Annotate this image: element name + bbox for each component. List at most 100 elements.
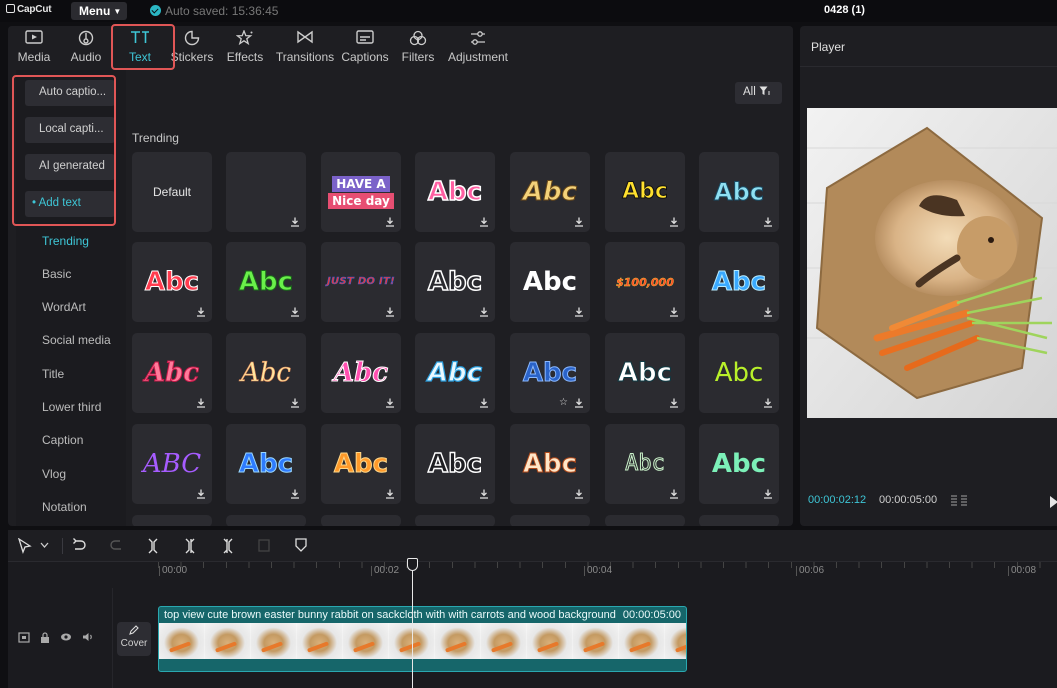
text-preset-tile[interactable]: Abc	[226, 333, 306, 413]
preset-abc-text: Abc	[522, 358, 578, 388]
text-preset-tile[interactable]	[321, 515, 401, 526]
tab-media[interactable]: Media	[12, 26, 56, 70]
category-trending[interactable]: Trending	[42, 234, 89, 248]
preset-abc-text: Abc	[333, 358, 389, 388]
text-preset-tile[interactable]: Abc	[321, 424, 401, 504]
text-preset-tile[interactable]: HAVE A Nice day	[321, 152, 401, 232]
edit-pencil-icon	[129, 625, 139, 635]
timeline-ruler[interactable]: 00:00 00:02 00:04 00:06 00:08	[158, 562, 1057, 588]
auto-captions-button[interactable]: Auto captio...	[25, 80, 115, 106]
tab-adjustment[interactable]: Adjustment	[446, 26, 510, 70]
text-preset-tile[interactable]: Abc	[132, 242, 212, 322]
tab-text[interactable]: Text	[120, 26, 160, 70]
text-preset-tile[interactable]: Abc	[321, 333, 401, 413]
mark-icon[interactable]	[295, 538, 307, 552]
text-preset-tile[interactable]: Abc	[510, 152, 590, 232]
asset-panel: Media Audio Text Stickers Effects Transi…	[8, 26, 793, 526]
clip-thumbnail	[251, 623, 297, 659]
add-text-button[interactable]: • Add text	[25, 191, 115, 217]
cover-label: Cover	[120, 638, 148, 649]
download-icon	[575, 489, 583, 499]
category-caption[interactable]: Caption	[42, 433, 83, 447]
tab-audio[interactable]: Audio	[64, 26, 108, 70]
text-preset-tile[interactable]: Abc	[415, 152, 495, 232]
speaker-icon[interactable]	[82, 632, 94, 642]
text-preset-tile[interactable]	[415, 515, 495, 526]
category-lower-third[interactable]: Lower third	[42, 400, 101, 414]
download-icon	[480, 307, 488, 317]
text-preset-tile[interactable]: Abc	[226, 424, 306, 504]
text-preset-tile[interactable]: Abc	[415, 242, 495, 322]
tab-effects[interactable]: Effects	[224, 26, 266, 70]
playhead[interactable]	[407, 558, 418, 688]
autosave-status: Auto saved: 15:36:45	[150, 4, 278, 18]
tab-captions[interactable]: Captions	[340, 26, 390, 70]
playhead-handle[interactable]	[407, 558, 418, 571]
text-preset-tile[interactable]	[699, 515, 779, 526]
adjustment-icon	[471, 31, 485, 45]
category-title[interactable]: Title	[42, 367, 64, 381]
text-preset-tile[interactable]: Abc	[510, 242, 590, 322]
text-preset-tile[interactable]: Abc	[605, 152, 685, 232]
tab-transitions[interactable]: Transitions	[274, 26, 336, 70]
waveform-icon[interactable]	[950, 495, 968, 507]
category-wordart[interactable]: WordArt	[42, 300, 86, 314]
text-preset-tile[interactable]: ABC	[132, 424, 212, 504]
add-text-label: Add text	[38, 197, 81, 209]
text-preset-tile[interactable]: Abc	[132, 333, 212, 413]
menu-button[interactable]: Menu ▼	[71, 2, 127, 20]
category-social-media[interactable]: Social media	[42, 333, 111, 347]
effects-icon	[236, 30, 253, 46]
category-vlog[interactable]: Vlog	[42, 467, 66, 481]
delete-left-icon[interactable]	[184, 538, 196, 554]
delete-icon[interactable]	[258, 538, 270, 552]
video-preview[interactable]	[807, 108, 1057, 418]
text-preset-tile[interactable]	[132, 515, 212, 526]
ai-generated-button[interactable]: AI generated	[25, 154, 115, 180]
cover-button[interactable]: Cover	[117, 622, 151, 656]
text-preset-tile[interactable]: JUST DO IT!	[321, 242, 401, 322]
tab-stickers[interactable]: Stickers	[168, 26, 216, 70]
redo-icon[interactable]	[110, 538, 124, 552]
text-preset-tile[interactable]	[226, 515, 306, 526]
text-preset-tile[interactable]: Abc	[415, 424, 495, 504]
download-icon	[670, 307, 678, 317]
text-preset-tile[interactable]: Abc	[605, 333, 685, 413]
text-preset-tile[interactable]: Default	[132, 152, 212, 232]
lock-icon[interactable]	[40, 632, 50, 643]
preset-abc-text: Abc	[241, 358, 292, 388]
play-icon[interactable]	[1050, 496, 1057, 508]
category-basic[interactable]: Basic	[42, 267, 71, 281]
text-preset-tile[interactable]	[510, 515, 590, 526]
undo-icon[interactable]	[72, 538, 86, 552]
timeline-panel: 00:00 00:02 00:04 00:06 00:08 Cover top …	[8, 530, 1057, 688]
top-bar: CapCut Menu ▼ Auto saved: 15:36:45 0428 (…	[0, 0, 1057, 22]
delete-right-icon[interactable]	[222, 538, 234, 554]
category-notation[interactable]: Notation	[42, 500, 87, 514]
text-preset-tile[interactable]	[226, 152, 306, 232]
download-icon	[386, 217, 394, 227]
preset-abc-upper-text: ABC	[142, 449, 202, 479]
text-preset-tile[interactable]: Abc	[510, 424, 590, 504]
select-cursor-icon[interactable]	[18, 538, 32, 554]
video-clip[interactable]: top view cute brown easter bunny rabbit …	[158, 606, 687, 672]
text-preset-tile[interactable]: $100,000	[605, 242, 685, 322]
track-cover-icon[interactable]	[18, 632, 30, 643]
local-captions-button[interactable]: Local capti...	[25, 117, 115, 143]
text-preset-tile[interactable]: Abc	[415, 333, 495, 413]
chevron-down-icon[interactable]	[40, 542, 49, 548]
filter-all-button[interactable]: All	[735, 82, 782, 104]
text-preset-tile[interactable]: Abc	[605, 424, 685, 504]
text-preset-tile[interactable]	[605, 515, 685, 526]
text-preset-tile[interactable]: Abc	[699, 242, 779, 322]
text-preset-tile[interactable]: Abc	[226, 242, 306, 322]
text-preset-tile[interactable]: Abc	[699, 333, 779, 413]
eye-icon[interactable]	[60, 632, 72, 642]
text-preset-tile[interactable]: Abc	[699, 424, 779, 504]
tab-captions-label: Captions	[341, 50, 389, 64]
text-preset-tile[interactable]: Abc ☆	[510, 333, 590, 413]
clip-thumbnail	[159, 623, 205, 659]
split-icon[interactable]	[147, 538, 159, 554]
tab-filters[interactable]: Filters	[398, 26, 438, 70]
text-preset-tile[interactable]: Abc	[699, 152, 779, 232]
